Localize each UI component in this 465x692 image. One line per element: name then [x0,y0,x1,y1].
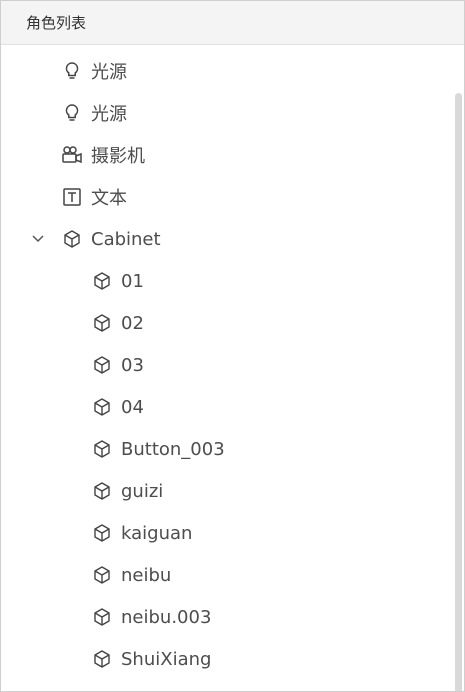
tree-item-label: 光源 [91,62,127,83]
chevron-down-icon[interactable] [29,230,47,248]
cube-icon [91,438,113,460]
tree-item-label: 摄影机 [91,146,145,167]
cube-icon [91,480,113,502]
tree-item-child[interactable]: guizi [1,470,452,512]
vertical-scrollbar[interactable] [455,93,462,691]
panel-title: 角色列表 [26,14,87,32]
tree-item-label: ShuiXiang [121,648,212,670]
role-list-panel: 角色列表 光源 光源 摄影机 文本 Cabinet 01 02 03 04 Bu… [0,0,465,692]
tree-item-label: 02 [121,312,144,334]
tree-item-label: kaiguan [121,522,193,544]
tree-item-child[interactable]: neibu [1,554,452,596]
cube-icon [61,228,83,250]
cube-icon [91,648,113,670]
camera-icon [61,144,83,166]
tree-item-child[interactable]: 02 [1,302,452,344]
tree-item-child[interactable]: kaiguan [1,512,452,554]
role-tree: 光源 光源 摄影机 文本 Cabinet 01 02 03 04 Button_… [1,45,464,691]
tree-item-child[interactable]: 04 [1,386,452,428]
tree-item-camera[interactable]: 摄影机 [1,134,452,176]
tree-item-child[interactable]: Button_003 [1,428,452,470]
tree-item-child[interactable]: 03 [1,344,452,386]
lightbulb-icon [61,102,83,124]
cube-icon [91,522,113,544]
tree-item-label: 04 [121,396,144,418]
tree-item-light-1[interactable]: 光源 [1,50,452,92]
tree-item-child[interactable]: 01 [1,260,452,302]
tree-item-label: 03 [121,354,144,376]
tree-item-label: Button_003 [121,438,225,460]
cube-icon [91,606,113,628]
tree-item-label: guizi [121,480,164,502]
tree-item-child[interactable]: neibu.003 [1,596,452,638]
cube-icon [91,396,113,418]
panel-header: 角色列表 [1,1,464,45]
tree-item-label: 01 [121,270,144,292]
tree-item-cabinet[interactable]: Cabinet [1,218,452,260]
cube-icon [91,312,113,334]
cube-icon [91,564,113,586]
tree-item-text[interactable]: 文本 [1,176,452,218]
tree-item-child[interactable]: ShuiXiang [1,638,452,680]
tree-item-label: 文本 [91,188,127,209]
tree-item-label: Cabinet [91,228,161,250]
tree-item-light-2[interactable]: 光源 [1,92,452,134]
cube-icon [91,354,113,376]
text-icon [61,186,83,208]
lightbulb-icon [61,60,83,82]
tree-item-label: neibu [121,564,172,586]
tree-item-label: 光源 [91,104,127,125]
tree-item-label: neibu.003 [121,606,212,628]
cube-icon [91,270,113,292]
